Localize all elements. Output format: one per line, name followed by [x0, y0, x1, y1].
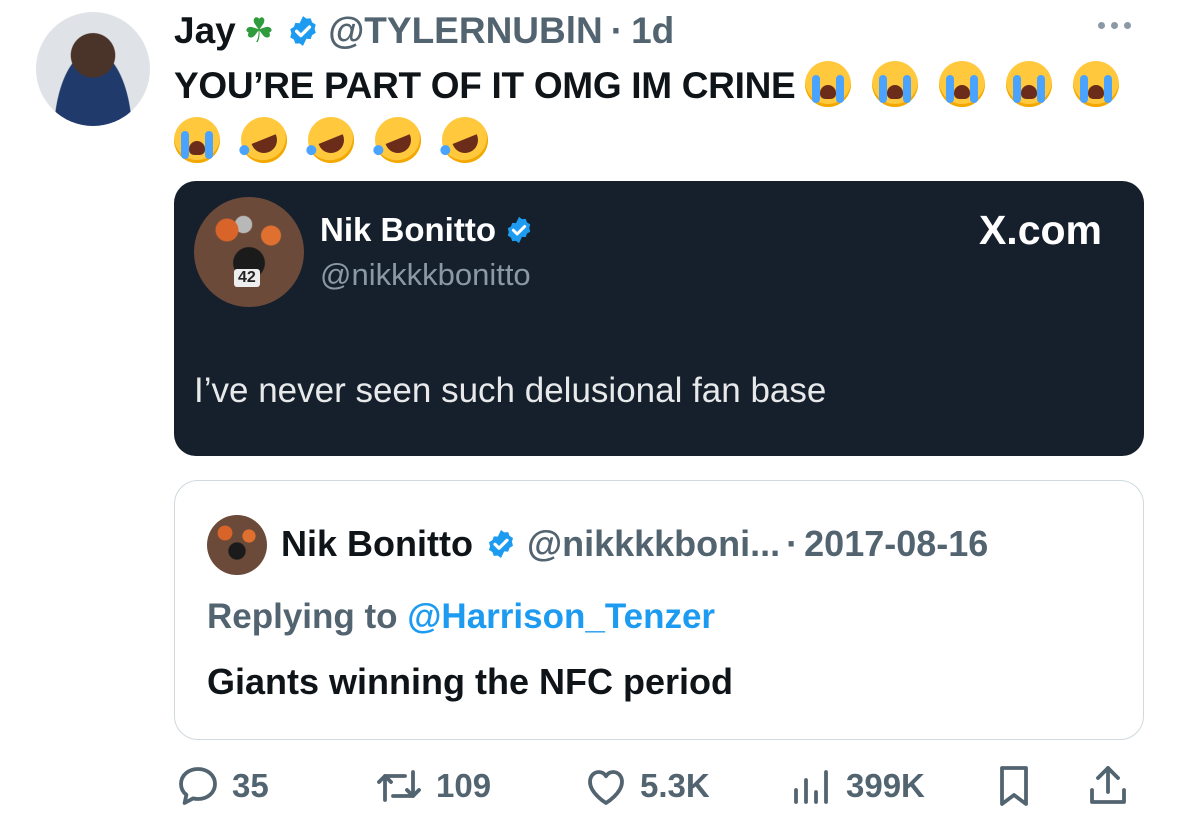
quoted-author-name: Nik Bonitto	[281, 523, 473, 564]
embedded-author-name-row: Nik Bonitto	[320, 211, 534, 249]
action-bar: 35 109 5.3K 399K	[174, 758, 1140, 814]
quoted-header: Nik Bonitto @nikkkkboni... · 2017-08-16	[281, 523, 988, 565]
embedded-author-handle: @nikkkkbonitto	[320, 257, 531, 292]
separator-dot: ·	[786, 523, 799, 564]
like-button[interactable]: 5.3K	[582, 758, 710, 814]
views-chart-icon	[788, 762, 836, 810]
heart-icon	[582, 762, 630, 810]
jersey-number: 42	[234, 269, 260, 287]
tweet-timestamp[interactable]: 1d	[631, 10, 674, 52]
bookmark-icon	[992, 762, 1036, 810]
repost-icon	[372, 762, 426, 810]
separator-dot: ·	[610, 10, 624, 51]
verified-badge-icon	[286, 14, 320, 48]
rolling-on-floor-laughing-icon	[234, 110, 294, 170]
author-handle[interactable]: @TYLERNUBlN	[328, 10, 603, 52]
more-options-icon[interactable]	[1098, 22, 1131, 29]
shamrock-emoji: ☘	[243, 12, 275, 50]
author-name[interactable]: Jay	[174, 10, 236, 52]
embedded-tweet-image[interactable]: 42 Nik Bonitto @nikkkkbonitto X.com I’ve…	[174, 181, 1144, 456]
quoted-tweet-text: Giants winning the NFC period	[207, 661, 733, 702]
quoted-tweet[interactable]: Nik Bonitto @nikkkkboni... · 2017-08-16 …	[174, 480, 1144, 740]
tweet-header: Jay ☘ @TYLERNUBlN · 1d	[174, 8, 674, 54]
reply-icon	[174, 762, 222, 810]
share-icon	[1084, 762, 1132, 810]
views-count: 399K	[846, 767, 925, 804]
site-logo: X.com	[978, 207, 1102, 253]
bookmark-button[interactable]	[992, 758, 1036, 814]
quoted-date: 2017-08-16	[804, 523, 989, 564]
loudly-crying-face-icon	[1006, 61, 1053, 107]
reply-button[interactable]: 35	[174, 758, 269, 814]
quoted-author-avatar	[207, 515, 267, 575]
quoted-author-handle: @nikkkkboni...	[526, 523, 781, 564]
replying-mention-link[interactable]: @Harrison_Tenzer	[407, 597, 715, 636]
author-avatar[interactable]	[36, 12, 150, 126]
loudly-crying-face-icon	[1073, 61, 1120, 107]
embedded-tweet-text: I’ve never seen such delusional fan base	[194, 371, 827, 410]
tweet-body: YOU’RE PART OF IT OMG IM CRINE	[174, 58, 1144, 170]
embedded-author-name: Nik Bonitto	[320, 211, 496, 248]
share-button[interactable]	[1084, 758, 1132, 814]
rolling-on-floor-laughing-icon	[368, 110, 428, 170]
loudly-crying-face-icon	[872, 61, 919, 107]
embedded-author-avatar: 42	[194, 197, 304, 307]
loudly-crying-face-icon	[939, 61, 986, 107]
repost-count: 109	[436, 767, 492, 804]
verified-badge-icon	[485, 528, 517, 560]
replying-to-line: Replying to @Harrison_Tenzer	[207, 597, 715, 637]
loudly-crying-face-icon	[805, 61, 852, 107]
loudly-crying-face-icon	[174, 117, 220, 163]
verified-badge-icon	[504, 215, 534, 245]
rolling-on-floor-laughing-icon	[434, 110, 495, 170]
rolling-on-floor-laughing-icon	[301, 110, 361, 170]
views-button[interactable]: 399K	[788, 758, 925, 814]
replying-prefix: Replying to	[207, 597, 398, 636]
repost-button[interactable]: 109	[372, 758, 491, 814]
reply-count: 35	[232, 767, 269, 804]
like-count: 5.3K	[640, 767, 710, 804]
tweet-text: YOU’RE PART OF IT OMG IM CRINE	[174, 65, 796, 106]
